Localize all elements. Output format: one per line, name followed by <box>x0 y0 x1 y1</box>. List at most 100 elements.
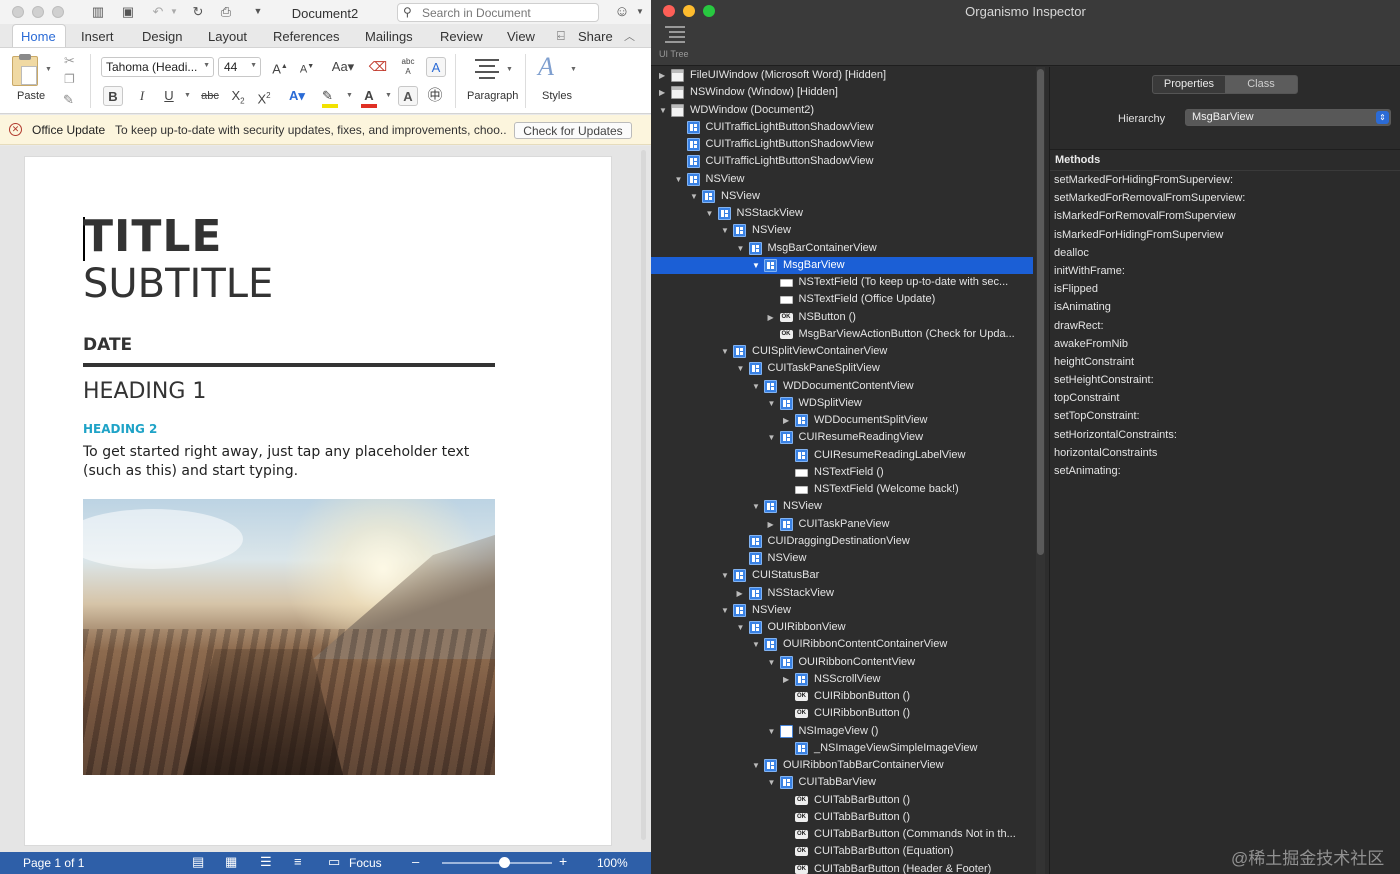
styles-dropdown-icon[interactable]: ▼ <box>570 66 577 73</box>
zoom-window-button[interactable] <box>52 6 64 18</box>
shrink-font-icon[interactable]: A▼ <box>297 57 317 77</box>
tree-row[interactable]: NSTextField (To keep up-to-date with sec… <box>651 274 1033 291</box>
redo-icon[interactable]: ↻ <box>190 4 206 19</box>
close-window-button[interactable] <box>12 6 24 18</box>
disclosure-expanded-icon[interactable]: ▼ <box>752 636 762 653</box>
check-for-updates-button[interactable]: Check for Updates <box>514 122 632 139</box>
tree-row[interactable]: ▼ CUISplitViewContainerView <box>651 343 1033 360</box>
tree-row[interactable]: OK MsgBarViewActionButton (Check for Upda… <box>651 326 1033 343</box>
tab-mailings[interactable]: Mailings <box>365 29 413 44</box>
ui-tree-outline[interactable]: ▶ FileUIWindow (Microsoft Word) [Hidden] ▶… <box>651 67 1035 874</box>
undo-icon[interactable]: ↶ <box>150 4 166 19</box>
text-box-icon[interactable]: A <box>426 57 446 77</box>
method-item[interactable]: drawRect: <box>1054 317 1394 335</box>
share-button[interactable]: Share <box>578 29 613 44</box>
tree-row[interactable]: ▶ FileUIWindow (Microsoft Word) [Hidden] <box>651 67 1033 84</box>
web-layout-icon[interactable]: ▦ <box>225 854 237 870</box>
method-item[interactable]: setHeightConstraint: <box>1054 371 1394 389</box>
method-item[interactable]: isFlipped <box>1054 280 1394 298</box>
method-item[interactable]: initWithFrame: <box>1054 262 1394 280</box>
tree-row[interactable]: ▶ NSWindow (Window) [Hidden] <box>651 84 1033 101</box>
print-layout-icon[interactable]: ▤ <box>192 854 204 870</box>
disclosure-collapsed-icon[interactable]: ▶ <box>783 671 793 688</box>
paragraph-icon[interactable] <box>475 56 503 80</box>
tree-row[interactable]: CUIDraggingDestinationView <box>651 533 1033 550</box>
font-size-box[interactable]: 44 ▼ <box>218 57 261 77</box>
highlight-dropdown-icon[interactable]: ▼ <box>346 92 353 99</box>
text-effects-dropdown-icon[interactable]: A▾ <box>287 86 307 106</box>
tree-row[interactable]: OK CUIRibbonButton () <box>651 705 1033 722</box>
font-color-icon[interactable]: A <box>359 86 379 106</box>
tree-row[interactable]: CUIResumeReadingLabelView <box>651 447 1033 464</box>
method-item[interactable]: dealloc <box>1054 244 1394 262</box>
underline-dropdown-icon[interactable]: ▼ <box>184 92 191 99</box>
underline-button[interactable]: U <box>159 86 179 106</box>
tree-row[interactable]: OK CUITabBarButton () <box>651 809 1033 826</box>
page-count[interactable]: Page 1 of 1 <box>23 856 84 870</box>
disclosure-collapsed-icon[interactable]: ▶ <box>659 67 669 84</box>
tree-row[interactable]: NSTextField (Office Update) <box>651 291 1033 308</box>
cut-icon[interactable]: ✂ <box>64 53 75 69</box>
tab-home[interactable]: Home <box>21 29 56 44</box>
superscript-button[interactable]: X2 <box>254 86 274 106</box>
tree-row[interactable]: ▼ OUIRibbonTabBarContainerView <box>651 757 1033 774</box>
methods-list[interactable]: setMarkedForHidingFromSuperview: setMarke… <box>1054 171 1394 480</box>
hierarchy-popup[interactable]: MsgBarView ⇕ <box>1185 109 1391 126</box>
tab-view[interactable]: View <box>507 29 535 44</box>
class-segment[interactable]: Class <box>1225 76 1297 93</box>
disclosure-expanded-icon[interactable]: ▼ <box>690 188 700 205</box>
method-item[interactable]: setMarkedForHidingFromSuperview: <box>1054 171 1394 189</box>
undo-dropdown-icon[interactable]: ▼ <box>166 4 182 19</box>
method-item[interactable]: horizontalConstraints <box>1054 444 1394 462</box>
ui-tree-label[interactable]: UI Tree <box>659 49 689 59</box>
method-item[interactable]: isAnimating <box>1054 298 1394 316</box>
tree-row[interactable]: ▶ OK NSButton () <box>651 309 1033 326</box>
tree-row[interactable]: ▼ WDDocumentContentView <box>651 378 1033 395</box>
change-case-icon[interactable]: Aa▾ <box>330 57 356 77</box>
disclosure-expanded-icon[interactable]: ▼ <box>752 257 762 274</box>
disclosure-expanded-icon[interactable]: ▼ <box>737 619 747 636</box>
tree-row[interactable]: ▶ NSStackView <box>651 585 1033 602</box>
disclosure-expanded-icon[interactable]: ▼ <box>752 498 762 515</box>
method-item[interactable]: setTopConstraint: <box>1054 407 1394 425</box>
tree-row[interactable]: ▼ NSView <box>651 602 1033 619</box>
properties-segment[interactable]: Properties <box>1153 76 1225 93</box>
tree-row[interactable]: ▼ NSStackView <box>651 205 1033 222</box>
character-shading-icon[interactable]: A <box>398 86 418 106</box>
tree-row[interactable]: ▼ OUIRibbonContentView <box>651 654 1033 671</box>
method-item[interactable]: heightConstraint <box>1054 353 1394 371</box>
tree-row[interactable]: NSView <box>651 550 1033 567</box>
doc-heading-2[interactable]: HEADING 2 <box>83 422 157 436</box>
ui-tree-icon[interactable] <box>665 26 685 44</box>
doc-title[interactable]: TITLE <box>83 211 223 262</box>
font-name-box[interactable]: Tahoma (Headi... ▼ <box>101 57 214 77</box>
tree-row[interactable]: ▼ MsgBarView <box>651 256 1033 274</box>
tree-row[interactable]: ▼ CUITabBarView <box>651 774 1033 791</box>
tree-row[interactable]: OK CUIRibbonButton () <box>651 688 1033 705</box>
disclosure-expanded-icon[interactable]: ▼ <box>752 378 762 395</box>
tree-row[interactable]: ▶ NSScrollView <box>651 671 1033 688</box>
tree-row[interactable]: ▼ CUIResumeReadingView <box>651 429 1033 446</box>
disclosure-expanded-icon[interactable]: ▼ <box>721 222 731 239</box>
disclosure-collapsed-icon[interactable]: ▶ <box>783 412 793 429</box>
tab-references[interactable]: References <box>273 29 339 44</box>
canyon-photo[interactable] <box>83 499 495 775</box>
disclosure-expanded-icon[interactable]: ▼ <box>768 774 778 791</box>
copy-icon[interactable]: ❐ <box>64 72 75 86</box>
disclosure-expanded-icon[interactable]: ▼ <box>768 395 778 412</box>
font-color-dropdown-icon[interactable]: ▼ <box>385 92 392 99</box>
tree-row[interactable]: ▼ NSView <box>651 498 1033 515</box>
tree-row[interactable]: ▼ WDWindow (Document2) <box>651 102 1033 119</box>
disclosure-expanded-icon[interactable]: ▼ <box>721 343 731 360</box>
strikethrough-button[interactable]: abc <box>198 86 222 106</box>
tree-row[interactable]: ▶ CUITaskPaneView <box>651 516 1033 533</box>
print-icon[interactable]: ⎙ <box>218 4 234 19</box>
paragraph-dropdown-icon[interactable]: ▼ <box>506 66 513 73</box>
disclosure-collapsed-icon[interactable]: ▶ <box>768 516 778 533</box>
draft-view-icon[interactable]: ≡ <box>294 854 302 869</box>
tree-row[interactable]: OK CUITabBarButton (Commands Not in th... <box>651 826 1033 843</box>
doc-body[interactable]: To get started right away, just tap any … <box>83 443 488 481</box>
search-field[interactable]: ⚲ Search in Document <box>397 3 599 22</box>
paste-icon[interactable] <box>12 54 38 86</box>
disclosure-expanded-icon[interactable]: ▼ <box>706 205 716 222</box>
